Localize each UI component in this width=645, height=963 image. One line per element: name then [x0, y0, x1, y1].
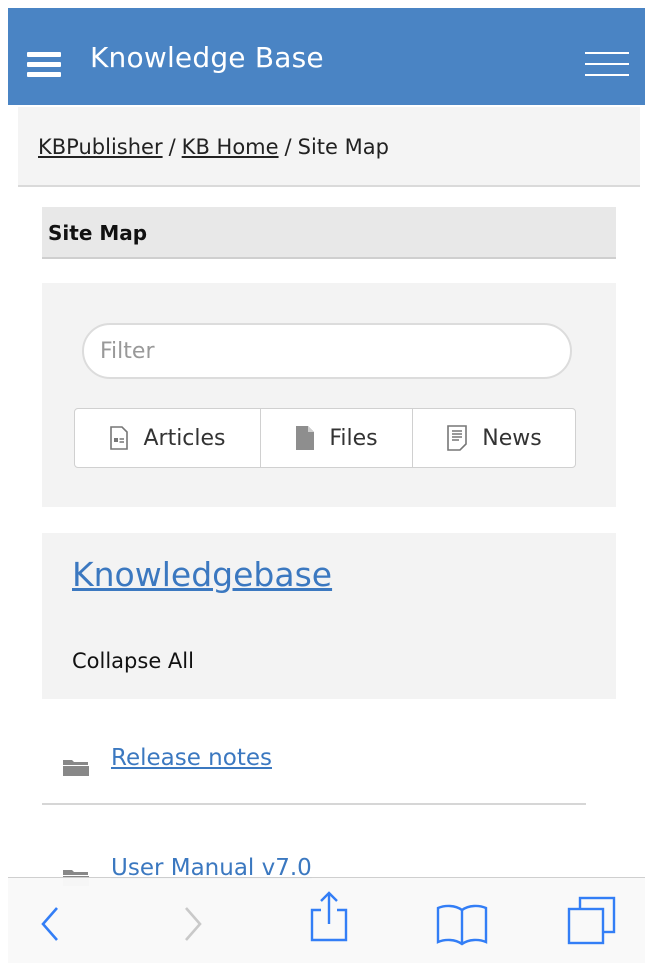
content-type-segmented-control: Articles Files News	[74, 408, 576, 468]
filter-panel: Articles Files News	[42, 283, 616, 507]
share-icon[interactable]	[309, 890, 349, 942]
folder-link-release-notes[interactable]: Release notes	[111, 745, 272, 771]
files-label: Files	[329, 425, 378, 451]
file-icon	[296, 426, 315, 450]
page-title: Knowledge Base	[90, 41, 324, 74]
breadcrumb-link-kb-home[interactable]: KB Home	[182, 135, 279, 159]
filter-input[interactable]	[82, 323, 572, 379]
browser-toolbar	[8, 877, 645, 963]
hamburger-icon[interactable]	[27, 52, 61, 80]
news-label: News	[482, 425, 542, 451]
articles-button[interactable]: Articles	[75, 409, 261, 467]
forward-icon[interactable]	[183, 906, 203, 942]
breadcrumb-bar: KBPublisher / KB Home / Site Map	[18, 107, 640, 187]
breadcrumb-separator: /	[284, 135, 292, 159]
folder-icon	[63, 760, 89, 776]
news-icon	[447, 425, 468, 451]
collapse-all-button[interactable]: Collapse All	[72, 649, 194, 673]
bookmarks-icon[interactable]	[435, 902, 489, 946]
section-title: Site Map	[48, 221, 148, 245]
tabs-icon[interactable]	[566, 896, 618, 946]
breadcrumb: KBPublisher / KB Home / Site Map	[38, 135, 389, 159]
list-item[interactable]: Release notes	[42, 733, 586, 805]
breadcrumb-link-kbpublisher[interactable]: KBPublisher	[38, 135, 163, 159]
files-button[interactable]: Files	[261, 409, 413, 467]
menu-lines-icon[interactable]	[585, 52, 629, 80]
knowledgebase-link[interactable]: Knowledgebase	[72, 555, 332, 594]
back-icon[interactable]	[40, 906, 60, 942]
breadcrumb-current: Site Map	[297, 135, 389, 159]
section-header: Site Map	[42, 207, 616, 259]
breadcrumb-separator: /	[168, 135, 176, 159]
app-header: Knowledge Base	[8, 8, 645, 105]
knowledgebase-panel: Knowledgebase Collapse All	[42, 533, 616, 699]
article-icon	[110, 426, 129, 450]
articles-label: Articles	[143, 425, 226, 451]
news-button[interactable]: News	[413, 409, 575, 467]
